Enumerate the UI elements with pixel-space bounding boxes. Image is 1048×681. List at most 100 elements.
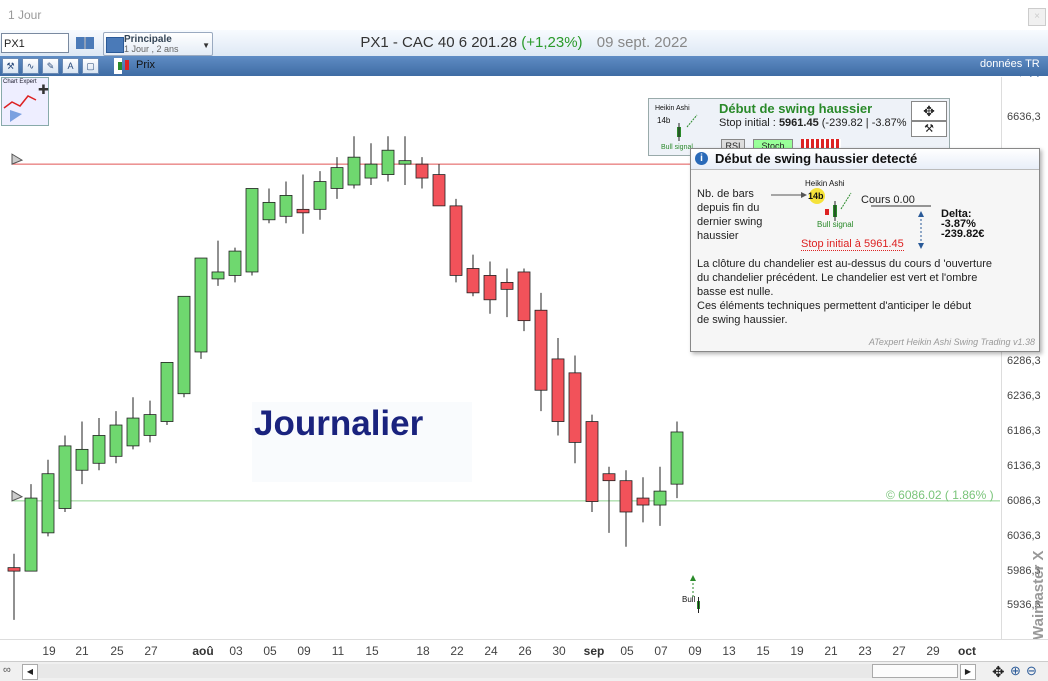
heikin-ashi-mini-chart: Heikin Ashi 14b Bull signal bbox=[655, 105, 698, 151]
bull-arrow-icon bbox=[690, 575, 700, 613]
candle bbox=[636, 477, 650, 523]
move-icon[interactable]: ✥ bbox=[911, 101, 947, 121]
candle-body bbox=[364, 163, 378, 179]
y-tick: 6186,3 bbox=[1007, 425, 1041, 437]
info-icon: i bbox=[695, 152, 708, 165]
candle-body bbox=[262, 201, 276, 221]
signal-title: Début de swing haussier bbox=[719, 101, 873, 116]
x-tick: 05 bbox=[620, 644, 634, 658]
candle-body bbox=[24, 497, 38, 572]
candle bbox=[279, 181, 293, 224]
line-marker-icon bbox=[11, 153, 24, 165]
annotation-icon[interactable]: A bbox=[62, 58, 79, 74]
candle-body bbox=[517, 271, 531, 322]
y-tick: 6036,3 bbox=[1007, 530, 1041, 542]
x-tick: sep bbox=[583, 644, 605, 658]
mini-count: 14b bbox=[657, 116, 671, 125]
horizontal-scrollbar[interactable]: ∞ ◀ ▶ ✥ ⊕ ⊖ bbox=[0, 661, 1048, 681]
x-tick: 27 bbox=[144, 644, 158, 658]
scroll-track[interactable] bbox=[38, 664, 958, 678]
candle-body bbox=[636, 497, 650, 506]
window-icon[interactable]: ▢ bbox=[82, 58, 99, 74]
candle-body bbox=[160, 362, 174, 422]
popup-mini-title: Heikin Ashi bbox=[805, 179, 845, 188]
x-tick: 25 bbox=[110, 644, 124, 658]
candle bbox=[347, 136, 361, 189]
candle-body bbox=[58, 445, 72, 509]
indicator-icon[interactable]: ∿ bbox=[22, 58, 39, 74]
move-icon[interactable]: ✥ bbox=[992, 663, 1005, 681]
candle-body bbox=[534, 309, 548, 391]
price-series-toggle[interactable]: Prix bbox=[114, 58, 155, 74]
candle-body bbox=[7, 567, 21, 572]
candle-body bbox=[211, 271, 225, 280]
delta-abs: -239.82€ bbox=[941, 228, 985, 240]
candle bbox=[92, 418, 106, 471]
candle bbox=[602, 466, 616, 533]
scroll-thumb[interactable] bbox=[872, 664, 958, 678]
timeframe-label-box: Journalier bbox=[252, 402, 472, 482]
candle-body bbox=[228, 250, 242, 276]
candle-body bbox=[109, 424, 123, 457]
date-axis: 19 21 25 27 aoû 03 05 09 11 15 18 22 24 … bbox=[0, 639, 1048, 662]
scroll-left-button[interactable]: ◀ bbox=[22, 664, 38, 680]
drawing-icon[interactable]: ✎ bbox=[42, 58, 59, 74]
candle-body bbox=[653, 490, 667, 506]
x-tick: 27 bbox=[892, 644, 906, 658]
x-tick: 15 bbox=[756, 644, 770, 658]
y-tick: 6086,3 bbox=[1007, 495, 1041, 507]
x-tick: 15 bbox=[365, 644, 379, 658]
candle-body bbox=[619, 480, 633, 513]
x-tick: oct bbox=[958, 644, 976, 658]
candle bbox=[194, 257, 208, 359]
x-tick: 22 bbox=[450, 644, 464, 658]
candle bbox=[449, 198, 463, 283]
x-tick: 26 bbox=[518, 644, 532, 658]
x-tick: 18 bbox=[416, 644, 430, 658]
candle bbox=[313, 171, 327, 220]
signal-detail-popup: i Début de swing haussier detecté Nb. de… bbox=[690, 148, 1040, 352]
line-marker-icon bbox=[11, 489, 24, 502]
x-tick: 09 bbox=[688, 644, 702, 658]
candle bbox=[670, 421, 684, 499]
instrument-price: PX1 - CAC 40 6 201.28 bbox=[360, 34, 518, 51]
nb-bars-line: Nb. de bars bbox=[697, 188, 754, 200]
hammer-icon[interactable]: ⚒ bbox=[911, 121, 947, 137]
x-tick: 13 bbox=[722, 644, 736, 658]
candle bbox=[517, 268, 531, 332]
candle-body bbox=[483, 275, 497, 301]
timeframe-label: Journalier bbox=[254, 404, 424, 443]
desc-line: de swing haussier. bbox=[697, 314, 788, 326]
scroll-right-button[interactable]: ▶ bbox=[960, 664, 976, 680]
zoom-out-icon[interactable]: ⊖ bbox=[1026, 663, 1037, 679]
candle bbox=[109, 411, 123, 464]
candle bbox=[653, 466, 667, 526]
candle bbox=[211, 240, 225, 286]
candle-body bbox=[92, 435, 106, 464]
candle-body bbox=[194, 257, 208, 353]
candle bbox=[24, 484, 38, 572]
nb-bars-line: dernier swing bbox=[697, 216, 763, 228]
candle bbox=[466, 254, 480, 297]
candle bbox=[364, 143, 378, 185]
add-icon[interactable]: ✚ bbox=[38, 82, 49, 98]
chart-header-title: PX1 - CAC 40 6 201.28 (+1,23%) 09 sept. … bbox=[0, 34, 1048, 51]
window-title: 1 Jour bbox=[8, 8, 42, 22]
bars-count-description: Nb. de bars depuis fin du dernier swing … bbox=[697, 187, 762, 243]
delta-block: Delta: -3.87% -239.82€ bbox=[941, 209, 985, 240]
stop-label: Stop initial : bbox=[719, 117, 776, 129]
candle-body bbox=[41, 473, 55, 534]
x-tick: 19 bbox=[42, 644, 56, 658]
link-icon[interactable]: ∞ bbox=[3, 664, 11, 676]
window-titlebar: 1 Jour × bbox=[0, 0, 1048, 31]
window-close-button[interactable]: × bbox=[1028, 8, 1046, 26]
candlestick-icon bbox=[118, 60, 129, 70]
candle-body bbox=[500, 281, 514, 290]
candle-body bbox=[398, 160, 412, 165]
x-tick: 19 bbox=[790, 644, 804, 658]
candle-body bbox=[75, 448, 89, 471]
nb-bars-line: haussier bbox=[697, 230, 739, 242]
zoom-in-icon[interactable]: ⊕ bbox=[1010, 663, 1021, 679]
tools-icon[interactable]: ⚒ bbox=[2, 58, 19, 74]
candle-body bbox=[330, 167, 344, 189]
